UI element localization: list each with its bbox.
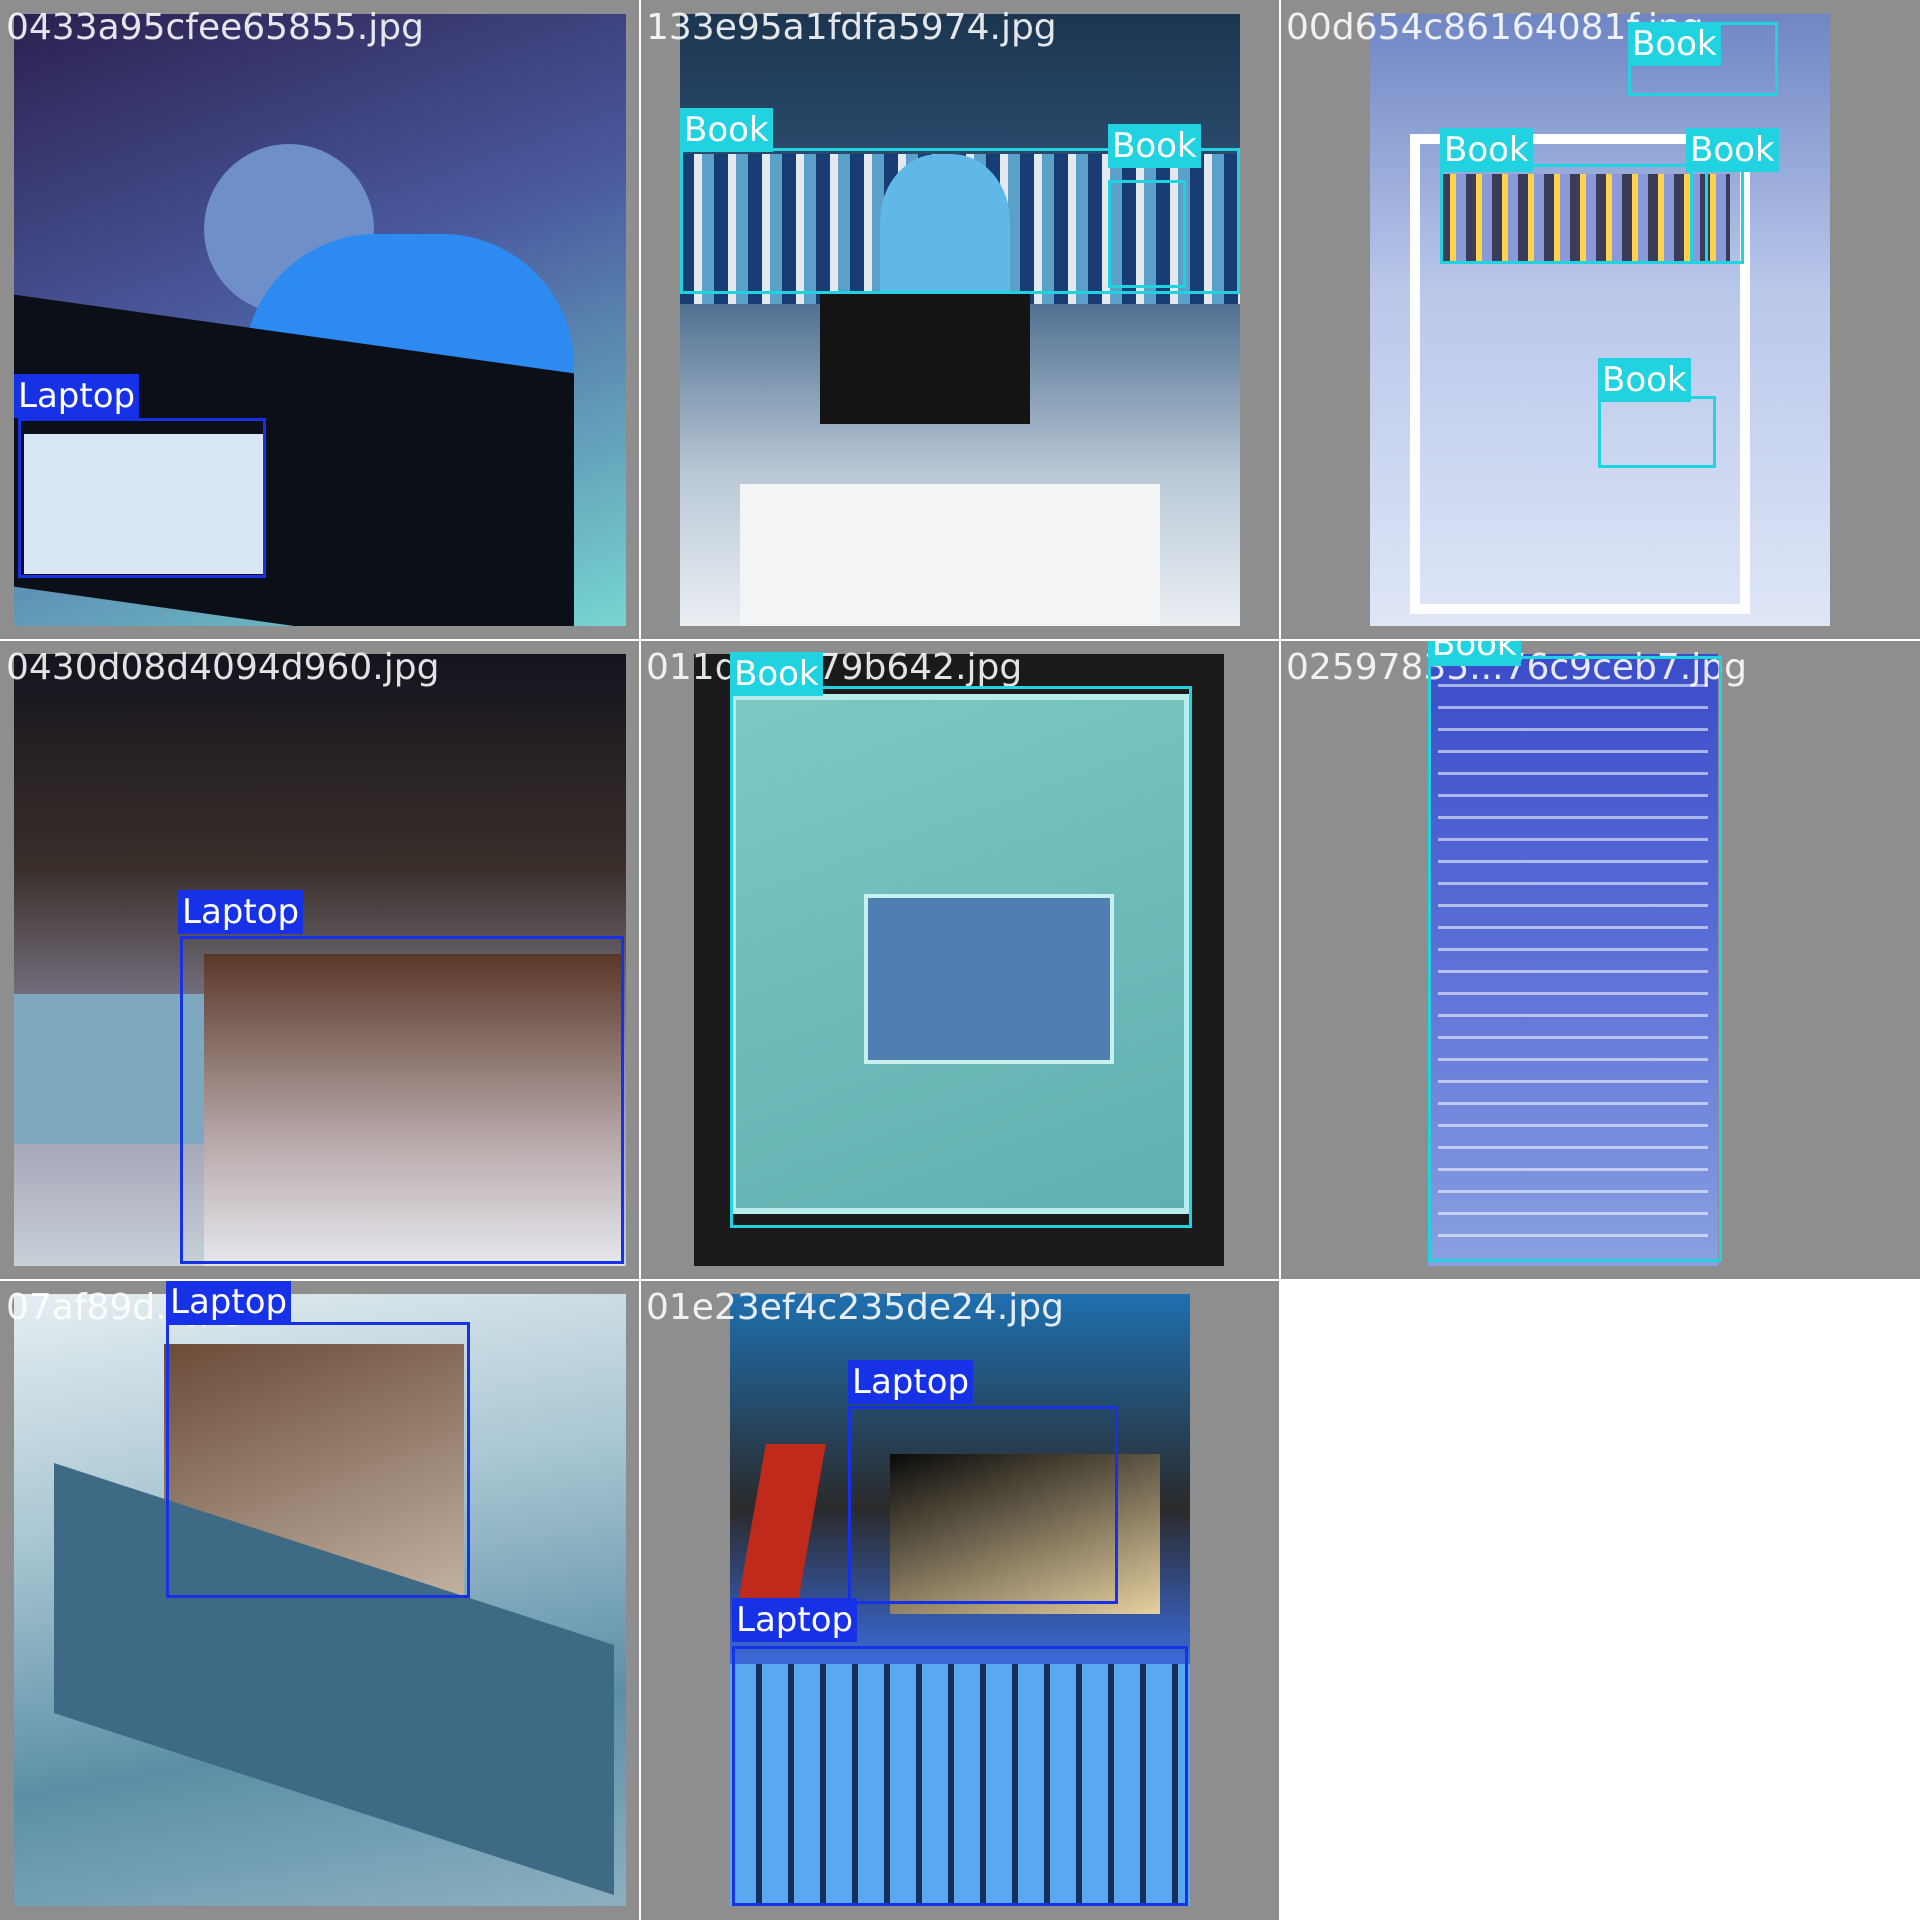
mosaic-tile-7: 07af89d...jpg Laptop (0, 1280, 640, 1920)
mosaic-tile-4: 0430d08d4094d960.jpg Laptop (0, 640, 640, 1280)
mosaic-tile-1: 0433a95cfee65855.jpg Laptop (0, 0, 640, 640)
laptop-class-label: Laptop (166, 1280, 292, 1324)
book-bounding-box (1690, 164, 1744, 264)
filename-label: 011d...1079b642.jpg (646, 647, 1023, 688)
laptop-bounding-box (180, 936, 624, 1264)
book-class-label: Book (1598, 358, 1691, 402)
book-bounding-box (1440, 164, 1708, 264)
tripod-shape (734, 1444, 826, 1624)
book-class-label: Book (680, 108, 773, 152)
mosaic-tile-5: 011d...1079b642.jpg Book (640, 640, 1280, 1280)
laptop-bounding-box (166, 1322, 470, 1598)
filename-label: 0430d08d4094d960.jpg (6, 647, 440, 688)
laptop-bounding-box (732, 1646, 1188, 1906)
laptop-shape (820, 294, 1030, 424)
filename-label: 133e95a1fdfa5974.jpg (646, 7, 1057, 48)
book-class-label: Book (1428, 640, 1521, 666)
book-bounding-box (1428, 656, 1722, 1262)
book-class-label: Book (1628, 22, 1721, 66)
book-bounding-box (1108, 180, 1186, 288)
book-class-label: Book (1108, 124, 1201, 168)
tile-photo (1370, 14, 1830, 626)
book-bounding-box (730, 686, 1192, 1228)
laptop-bounding-box (848, 1406, 1118, 1604)
mosaic-tile-8: 01e23ef4c235de24.jpg Laptop Laptop (640, 1280, 1280, 1920)
grid-separator (0, 639, 1920, 641)
book-bounding-box (1598, 396, 1716, 468)
book-class-label: Book (730, 652, 823, 696)
filename-label: 01e23ef4c235de24.jpg (646, 1287, 1064, 1328)
chair-shape (740, 484, 1160, 626)
mosaic-tile-2: 133e95a1fdfa5974.jpg Book Book (640, 0, 1280, 640)
book-class-label: Book (1686, 128, 1779, 172)
grid-separator (639, 0, 641, 1920)
mosaic-tile-6: 02597835...76c9ceb7.jpg Book (1280, 640, 1920, 1280)
tile-photo (680, 14, 1240, 626)
laptop-class-label: Laptop (14, 374, 140, 418)
grid-separator (0, 1279, 1920, 1281)
mosaic-tile-3: 00d654c86164081f.jpg Book Book Book Book (1280, 0, 1920, 640)
grid-separator (1279, 0, 1281, 1920)
laptop-class-label: Laptop (178, 890, 304, 934)
laptop-class-label: Laptop (732, 1598, 858, 1642)
book-class-label: Book (1440, 128, 1533, 172)
filename-label: 0433a95cfee65855.jpg (6, 7, 424, 48)
laptop-class-label: Laptop (848, 1360, 974, 1404)
laptop-bounding-box (18, 418, 266, 578)
mosaic-tile-empty (1280, 1280, 1920, 1920)
